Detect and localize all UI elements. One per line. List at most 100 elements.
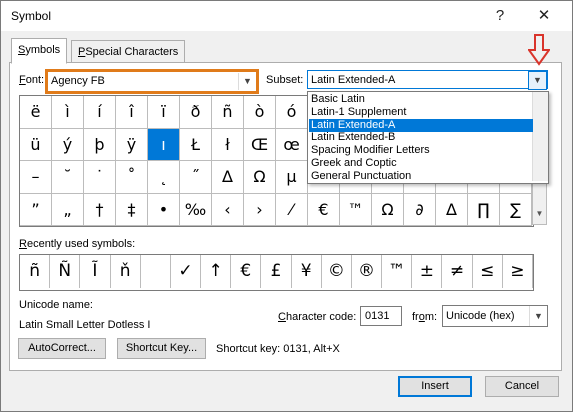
symbol-cell[interactable]: œ <box>276 128 308 161</box>
font-value: Agency FB <box>51 75 105 87</box>
symbol-cell[interactable]: ÿ <box>116 128 148 161</box>
symbol-cell[interactable]: ∆ <box>436 193 468 226</box>
subset-option[interactable]: Latin-1 Supplement <box>309 106 533 119</box>
symbol-cell[interactable]: ˙ <box>84 161 116 194</box>
unicode-name-label: Unicode name: <box>19 299 93 311</box>
recent-symbol-cell[interactable]: € <box>231 255 262 288</box>
recent-symbol-cell[interactable]: ≥ <box>503 255 533 288</box>
dropdown-scrollbar[interactable] <box>532 92 548 181</box>
symbol-cell[interactable]: î <box>116 96 148 129</box>
subset-label: Subset: <box>266 74 304 86</box>
recent-symbol-cell[interactable]: ñ <box>20 255 51 288</box>
symbol-cell[interactable]: ð <box>180 96 212 129</box>
symbol-cell[interactable]: ł <box>212 128 244 161</box>
symbol-cell[interactable]: ý <box>52 128 84 161</box>
character-code-value: 0131 <box>365 310 390 322</box>
tab-special-characters-label: PSpecial Characters <box>78 46 179 58</box>
autocorrect-button[interactable]: AutoCorrect... <box>18 338 106 359</box>
symbol-cell[interactable]: † <box>84 193 116 226</box>
character-code-input[interactable]: 0131 <box>360 306 402 326</box>
symbol-cell[interactable]: ⁄ <box>276 193 308 226</box>
symbol-cell[interactable]: ï <box>148 96 180 129</box>
character-code-label: Character code: <box>278 311 357 323</box>
symbol-cell[interactable]: ı <box>148 128 180 161</box>
symbol-cell[interactable]: ∆ <box>212 161 244 194</box>
help-button[interactable]: ? <box>478 1 522 31</box>
annotation-arrow-icon <box>528 34 550 66</box>
recent-symbol-cell[interactable]: ✓ <box>171 255 202 288</box>
title-bar: Symbol ? ✕ <box>1 1 572 31</box>
recent-symbol-cell[interactable] <box>141 255 171 288</box>
tab-special-characters[interactable]: PSpecial Characters <box>71 40 186 64</box>
symbol-cell[interactable]: ∏ <box>468 193 500 226</box>
symbol-dialog: Symbol ? ✕ Symbols PSpecial Characters F… <box>0 0 573 412</box>
recent-symbol-cell[interactable]: £ <box>261 255 292 288</box>
tab-symbols[interactable]: Symbols <box>11 38 68 64</box>
symbol-cell[interactable]: ˝ <box>180 161 212 194</box>
close-button[interactable]: ✕ <box>522 1 566 31</box>
recent-symbol-cell[interactable]: ± <box>412 255 443 288</box>
symbol-cell[interactable]: ñ <box>212 96 244 129</box>
shortcut-key-text: Shortcut key: 0131, Alt+X <box>216 343 340 355</box>
from-select[interactable]: Unicode (hex) ▼ <box>442 305 548 327</box>
symbol-cell[interactable]: › <box>244 193 276 226</box>
font-select[interactable]: Agency FB ▼ <box>45 69 259 94</box>
symbol-cell[interactable]: Œ <box>244 128 276 161</box>
subset-option[interactable]: Spacing Modifier Letters <box>309 144 533 157</box>
symbol-cell[interactable]: ˛ <box>148 161 180 194</box>
recent-symbol-cell[interactable]: Ñ <box>50 255 81 288</box>
window-title: Symbol <box>11 9 52 23</box>
insert-button[interactable]: Insert <box>398 376 472 397</box>
chevron-down-icon[interactable]: ▼ <box>528 71 547 90</box>
subset-option[interactable]: Greek and Coptic <box>309 157 533 170</box>
subset-dropdown-list: Basic Latin Latin-1 Supplement Latin Exten… <box>307 91 549 184</box>
subset-select[interactable]: Latin Extended-A ▼ <box>307 70 548 90</box>
symbol-cell[interactable]: ó <box>276 96 308 129</box>
symbol-cell[interactable]: μ <box>276 161 308 194</box>
symbol-cell[interactable]: ™ <box>340 193 372 226</box>
symbol-cell[interactable]: ü <box>20 128 52 161</box>
subset-option[interactable]: General Punctuation <box>309 170 533 183</box>
symbol-cell[interactable]: ˘ <box>52 161 84 194</box>
symbol-cell[interactable]: ∑ <box>500 193 532 226</box>
symbol-cell[interactable]: • <box>148 193 180 226</box>
symbol-cell[interactable]: ‡ <box>116 193 148 226</box>
symbol-cell[interactable]: í <box>84 96 116 129</box>
symbol-cell[interactable]: – <box>20 161 52 194</box>
from-value: Unicode (hex) <box>446 310 515 322</box>
recent-symbol-cell[interactable]: ¥ <box>292 255 322 288</box>
recent-symbol-cell[interactable]: ↑ <box>201 255 232 288</box>
symbol-cell[interactable]: þ <box>84 128 116 161</box>
recent-symbol-cell[interactable]: ň <box>111 255 141 288</box>
tab-symbols-label: Symbols <box>18 44 61 56</box>
symbol-cell[interactable]: ‹ <box>212 193 244 226</box>
symbol-cell[interactable]: ” <box>20 193 52 226</box>
recent-symbol-cell[interactable]: Ĩ <box>80 255 111 288</box>
symbol-cell[interactable]: Ł <box>180 128 212 161</box>
symbol-cell[interactable]: ò <box>244 96 276 129</box>
cancel-button[interactable]: Cancel <box>485 376 559 397</box>
chevron-down-icon[interactable]: ▼ <box>529 306 547 326</box>
symbol-cell[interactable]: Ω <box>372 193 404 226</box>
subset-option[interactable]: Latin Extended-A <box>309 118 533 132</box>
recent-symbol-cell[interactable]: ≤ <box>473 255 503 288</box>
scroll-down-icon[interactable]: ▼ <box>533 209 546 224</box>
recent-symbol-cell[interactable]: © <box>322 255 352 288</box>
shortcut-key-button[interactable]: Shortcut Key... <box>117 338 206 359</box>
symbol-cell[interactable]: ∂ <box>404 193 436 226</box>
symbol-cell[interactable]: ì <box>52 96 84 129</box>
symbol-cell[interactable]: ‰ <box>180 193 212 226</box>
recent-symbol-cell[interactable]: ® <box>352 255 383 288</box>
symbol-cell[interactable]: ë <box>20 96 52 129</box>
subset-option[interactable]: Latin Extended-B <box>309 131 533 144</box>
symbol-cell[interactable]: ˚ <box>116 161 148 194</box>
symbol-cell[interactable]: Ω <box>244 161 276 194</box>
symbol-cell[interactable]: € <box>308 193 340 226</box>
subset-option[interactable]: Basic Latin <box>309 93 533 106</box>
symbol-cell[interactable]: „ <box>52 193 84 226</box>
subset-value: Latin Extended-A <box>311 74 396 86</box>
recent-symbol-cell[interactable]: ≠ <box>442 255 473 288</box>
recent-symbol-cell[interactable]: ™ <box>382 255 413 288</box>
from-label: from: <box>412 311 438 323</box>
chevron-down-icon[interactable]: ▼ <box>238 73 256 90</box>
